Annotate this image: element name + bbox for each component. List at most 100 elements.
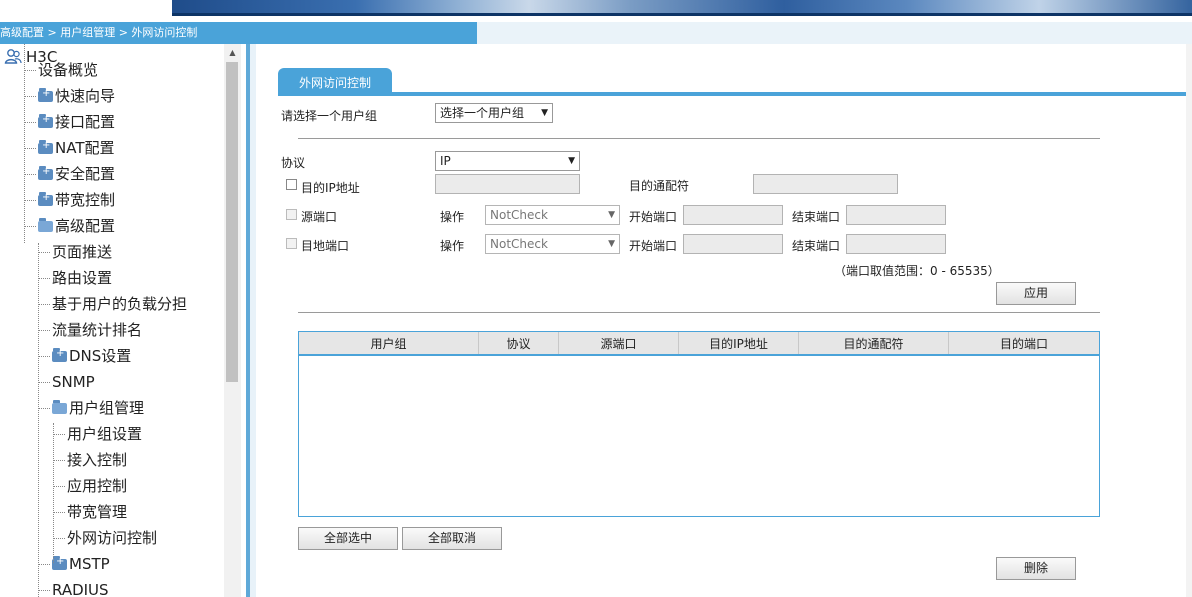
src-end-port-label: 结束端口 [792,210,841,224]
user-group-select[interactable]: 选择一个用户组 ▼ [435,103,553,123]
col-dst-ip[interactable]: 目的IP地址 [679,332,799,354]
divider-bottom [298,312,1100,313]
dst-ip-input[interactable] [435,174,580,194]
col-protocol[interactable]: 协议 [479,332,559,354]
dst-start-port-label: 开始端口 [629,239,678,253]
sidebar-item[interactable]: 带宽管理 [53,499,127,525]
select-all-button[interactable]: 全部选中 [298,527,398,550]
dst-port-checkbox[interactable] [286,238,297,249]
src-start-port-label: 开始端口 [629,210,678,224]
dst-op-select[interactable]: NotCheck ▼ [485,234,620,254]
sidebar-item[interactable]: 快速向导 [24,83,115,109]
scroll-up-icon[interactable]: ▲ [224,44,241,61]
apply-button[interactable]: 应用 [996,282,1076,305]
folder-closed-icon[interactable] [38,87,53,102]
sidebar-item[interactable]: DNS设置 [38,343,131,369]
dst-wildcard-input[interactable] [753,174,898,194]
sidebar-item[interactable]: 路由设置 [38,265,112,291]
sidebar-item-label: 带宽管理 [67,503,128,521]
delete-button[interactable]: 删除 [996,557,1076,580]
sidebar-item[interactable]: NAT配置 [24,135,114,161]
sidebar-item[interactable]: 接口配置 [24,109,115,135]
dropdown-arrow-icon: ▼ [568,156,575,166]
sidebar-item[interactable]: 设备概览 [24,57,98,83]
sidebar-scrollbar[interactable]: ▲ [224,44,241,597]
tree-connector [53,433,65,435]
rules-table: 用户组 协议 源端口 目的IP地址 目的通配符 目的端口 [298,331,1100,517]
port-range-hint: （端口取值范围：0 - 65535） [834,264,1000,278]
tree-connector [24,199,36,201]
sidebar-item[interactable]: 用户组管理 [38,395,144,421]
deselect-all-button[interactable]: 全部取消 [402,527,502,550]
folder-closed-icon[interactable] [38,139,53,154]
protocol-label: 协议 [281,156,306,170]
col-src-port[interactable]: 源端口 [559,332,679,354]
src-port-label: 源端口 [301,210,338,224]
sidebar-item-label: SNMP [52,373,95,391]
tree-connector [38,381,50,383]
tree-connector [38,355,50,357]
sidebar-item-label: 设备概览 [38,61,99,79]
col-user-group[interactable]: 用户组 [299,332,479,354]
dst-start-port-input[interactable] [683,234,783,254]
dst-end-port-input[interactable] [846,234,946,254]
sidebar-item-label: 安全配置 [55,165,116,183]
sidebar-item[interactable]: 外网访问控制 [53,525,157,551]
sidebar-item[interactable]: 高级配置 [24,213,115,239]
folder-open-icon[interactable] [38,217,53,232]
sidebar-item[interactable]: MSTP [38,551,110,577]
sidebar-item[interactable]: 接入控制 [53,447,127,473]
dropdown-arrow-icon: ▼ [541,108,548,118]
tree-connector [24,225,36,227]
dst-ip-checkbox[interactable] [286,179,297,190]
sidebar-item-label: 高级配置 [55,217,116,235]
tab-external-access-control[interactable]: 外网访问控制 [278,68,392,94]
src-op-select[interactable]: NotCheck ▼ [485,205,620,225]
folder-closed-icon[interactable] [38,191,53,206]
tree-connector [24,173,36,175]
col-dst-wildcard[interactable]: 目的通配符 [799,332,949,354]
sidebar-item-label: 接口配置 [55,113,116,131]
src-op-select-value: NotCheck [490,208,548,222]
sidebar-item-label: 带宽控制 [55,191,116,209]
folder-open-icon[interactable] [52,399,67,414]
sidebar-item[interactable]: 页面推送 [38,239,112,265]
folder-closed-icon[interactable] [38,113,53,128]
src-start-port-input[interactable] [683,205,783,225]
tree-connector [24,95,36,97]
tree-connector [38,329,50,331]
folder-closed-icon[interactable] [52,347,67,362]
sidebar: H3C 设备概览快速向导接口配置NAT配置安全配置带宽控制高级配置页面推送路由设… [0,44,242,597]
protocol-select[interactable]: IP ▼ [435,151,580,171]
src-port-checkbox[interactable] [286,209,297,220]
sidebar-item[interactable]: 应用控制 [53,473,127,499]
user-group-select-value: 选择一个用户组 [440,106,525,120]
col-dst-port[interactable]: 目的端口 [949,332,1099,354]
sidebar-item-label: 快速向导 [55,87,116,105]
sidebar-item[interactable]: 带宽控制 [24,187,115,213]
folder-closed-icon[interactable] [38,165,53,180]
scrollbar-thumb[interactable] [226,62,238,382]
tree-connector [24,147,36,149]
sidebar-item-label: MSTP [69,555,110,573]
dst-op-select-value: NotCheck [490,237,548,251]
src-end-port-input[interactable] [846,205,946,225]
sidebar-item[interactable]: 基于用户的负载分担 [38,291,187,317]
sidebar-item[interactable]: 流量统计排名 [38,317,142,343]
sidebar-item-label: 用户组设置 [67,425,143,443]
folder-closed-icon[interactable] [52,555,67,570]
sidebar-item-label: NAT配置 [55,139,115,157]
sidebar-item-label: 页面推送 [52,243,113,261]
sidebar-item[interactable]: RADIUS [38,577,109,597]
dst-ip-label: 目的IP地址 [301,181,360,195]
breadcrumb: 高级配置 > 用户组管理 > 外网访问控制 [0,22,477,44]
tree-connector [38,251,50,253]
frame-divider[interactable] [242,44,262,597]
main-scrollbar[interactable] [1186,44,1192,597]
sidebar-item[interactable]: 安全配置 [24,161,115,187]
divider-top [298,138,1100,139]
sidebar-item[interactable]: 用户组设置 [53,421,142,447]
src-op-label: 操作 [440,210,465,224]
sidebar-item[interactable]: SNMP [38,369,95,395]
tab-bar: 外网访问控制 [278,66,1192,96]
